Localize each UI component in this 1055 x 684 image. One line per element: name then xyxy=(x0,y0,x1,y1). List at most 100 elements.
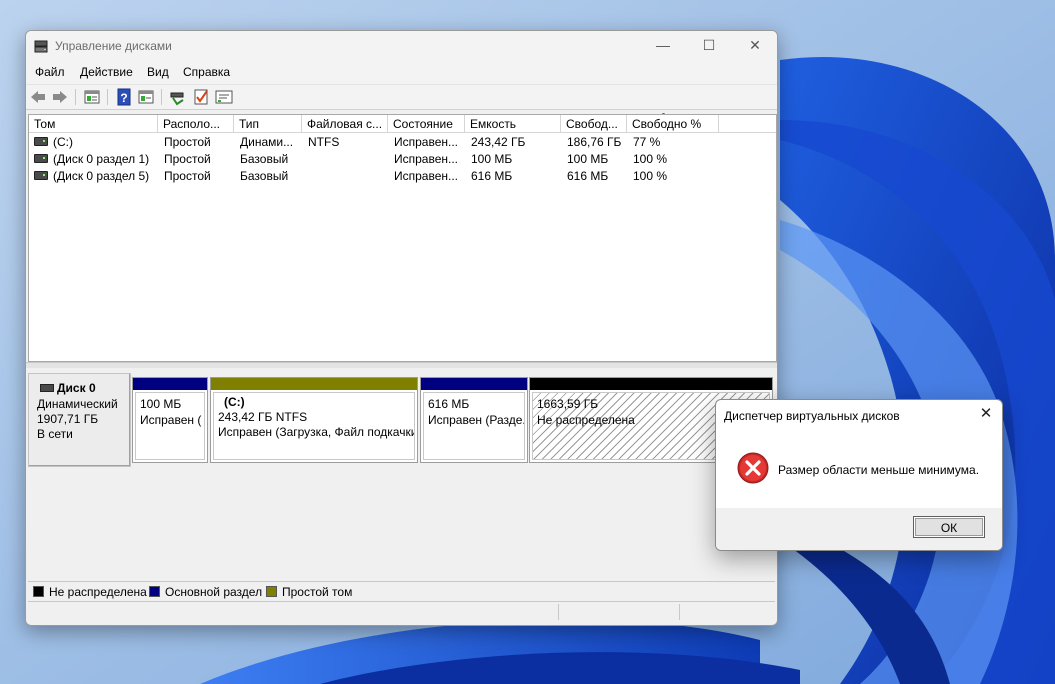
status-segment xyxy=(559,604,680,620)
legend-label: Простой том xyxy=(282,585,353,599)
volume-icon xyxy=(34,154,48,164)
column-header-free[interactable]: Свобод... xyxy=(561,115,627,133)
table-cell: 100 % xyxy=(633,152,668,166)
legend-unallocated: Не распределена xyxy=(33,585,147,599)
close-button[interactable]: ✕ xyxy=(732,31,777,61)
table-cell: Исправен... xyxy=(394,169,459,183)
connect-icon[interactable] xyxy=(169,88,187,106)
legend-label: Не распределена xyxy=(49,585,147,599)
volume-icon xyxy=(34,171,48,181)
console-icon[interactable] xyxy=(215,88,233,106)
properties-icon[interactable] xyxy=(83,88,101,106)
svg-text:?: ? xyxy=(120,91,127,105)
legend-swatch xyxy=(33,586,44,597)
partition-status: Исправен (Разде. xyxy=(428,413,525,427)
cell-text: (Диск 0 раздел 1) xyxy=(53,152,150,166)
table-cell xyxy=(308,151,388,168)
disk-management-icon xyxy=(34,40,48,53)
forward-icon[interactable] xyxy=(51,88,69,106)
table-row-volume[interactable]: (Диск 0 раздел 1) xyxy=(34,151,156,168)
menu-action[interactable]: Действие xyxy=(80,65,133,79)
table-cell: Исправен... xyxy=(394,135,459,149)
menu-view[interactable]: Вид xyxy=(147,65,169,79)
dialog-message: Размер области меньше минимума. xyxy=(778,463,980,477)
partition-color-bar xyxy=(133,378,207,390)
column-header-status[interactable]: Состояние xyxy=(388,115,465,133)
column-header-layout[interactable]: Располо... xyxy=(158,115,234,133)
disk-status: В сети xyxy=(37,427,73,441)
legend-label: Основной раздел xyxy=(165,585,263,599)
maximize-button[interactable]: ☐ xyxy=(686,31,732,61)
disk-icon xyxy=(40,384,54,392)
table-cell: 100 МБ xyxy=(567,152,609,166)
table-cell: 100 % xyxy=(633,169,668,183)
disk-type: Динамический xyxy=(37,397,118,411)
back-icon[interactable] xyxy=(29,88,47,106)
partition-color-bar xyxy=(530,378,772,390)
table-cell: Базовый xyxy=(240,169,289,183)
column-header-type[interactable]: Тип xyxy=(234,115,302,133)
column-header-blank xyxy=(719,115,776,133)
legend-swatch xyxy=(149,586,160,597)
column-header-free-percent[interactable]: Свободно % xyxy=(627,115,719,133)
table-cell xyxy=(308,168,388,185)
menu-file[interactable]: Файл xyxy=(35,65,65,79)
toolbar-separator xyxy=(161,89,162,105)
check-icon[interactable] xyxy=(192,88,210,106)
cell-text: (Диск 0 раздел 5) xyxy=(53,169,150,183)
legend-swatch xyxy=(266,586,277,597)
disk-size: 1907,71 ГБ xyxy=(37,412,99,426)
volume-list[interactable]: Том Располо... Тип Файловая с... Состоян… xyxy=(28,114,777,362)
partition-body: 616 МБ Исправен (Разде. xyxy=(423,392,525,460)
table-cell: Простой xyxy=(164,169,211,183)
window-title: Управление дисками xyxy=(55,39,172,53)
dialog-footer: ОК xyxy=(716,508,1002,550)
volume-icon xyxy=(34,137,48,147)
partition-color-bar xyxy=(421,378,527,390)
ok-button[interactable]: ОК xyxy=(913,516,985,538)
legend-primary: Основной раздел xyxy=(149,585,262,599)
table-cell: NTFS xyxy=(308,135,340,149)
minimize-button[interactable]: — xyxy=(640,31,686,61)
column-header-volume[interactable]: Том xyxy=(29,115,158,133)
partition-status: Исправен (Загрузка, Файл подкачки xyxy=(218,425,415,439)
partition-1[interactable]: 100 МБ Исправен ( xyxy=(132,377,208,463)
partition-name: (C:) xyxy=(224,395,245,409)
title-bar[interactable]: Управление дисками — ☐ ✕ xyxy=(26,31,777,62)
table-cell: 100 МБ xyxy=(471,152,513,166)
legend-simple: Простой том xyxy=(266,585,352,599)
help-icon[interactable]: ? xyxy=(115,88,133,106)
disk-graphical-view: Диск 0 Динамический 1907,71 ГБ В сети 10… xyxy=(26,368,777,578)
error-icon xyxy=(737,452,769,484)
partition-size: 616 МБ xyxy=(428,397,470,411)
legend: Не распределена Основной раздел Простой … xyxy=(28,581,775,600)
menu-help[interactable]: Справка xyxy=(183,65,230,79)
disk-name: Диск 0 xyxy=(57,381,96,395)
partition-status: Исправен ( xyxy=(140,413,202,427)
partition-color-bar xyxy=(211,378,417,390)
cell-text: (C:) xyxy=(53,135,73,149)
table-cell: Динами... xyxy=(240,135,294,149)
view-icon[interactable] xyxy=(137,88,155,106)
table-row-volume[interactable]: (C:) xyxy=(34,134,156,151)
table-cell: 616 МБ xyxy=(471,169,513,183)
partition-5[interactable]: 616 МБ Исправен (Разде. xyxy=(420,377,528,463)
column-header-filesystem[interactable]: Файловая с... xyxy=(302,115,388,133)
partition-body: (C:) 243,42 ГБ NTFS Исправен (Загрузка, … xyxy=(213,392,415,460)
table-row-volume[interactable]: (Диск 0 раздел 5) xyxy=(34,168,156,185)
column-header-capacity[interactable]: Емкость xyxy=(465,115,561,133)
table-cell: Простой xyxy=(164,135,211,149)
partition-c[interactable]: (C:) 243,42 ГБ NTFS Исправен (Загрузка, … xyxy=(210,377,418,463)
dialog-title: Диспетчер виртуальных дисков xyxy=(724,409,900,423)
menu-bar: Файл Действие Вид Справка xyxy=(26,62,777,84)
partition-size: 243,42 ГБ NTFS xyxy=(218,410,308,424)
status-bar xyxy=(28,601,775,622)
table-cell: Простой xyxy=(164,152,211,166)
table-cell: 77 % xyxy=(633,135,661,149)
disk-management-window: Управление дисками — ☐ ✕ Файл Действие В… xyxy=(25,30,778,626)
toolbar-separator xyxy=(107,89,108,105)
disk-0-label[interactable]: Диск 0 Динамический 1907,71 ГБ В сети xyxy=(28,373,131,467)
dialog-close-button[interactable]: ✕ xyxy=(974,404,998,424)
table-cell: Исправен... xyxy=(394,152,459,166)
table-cell: Базовый xyxy=(240,152,289,166)
